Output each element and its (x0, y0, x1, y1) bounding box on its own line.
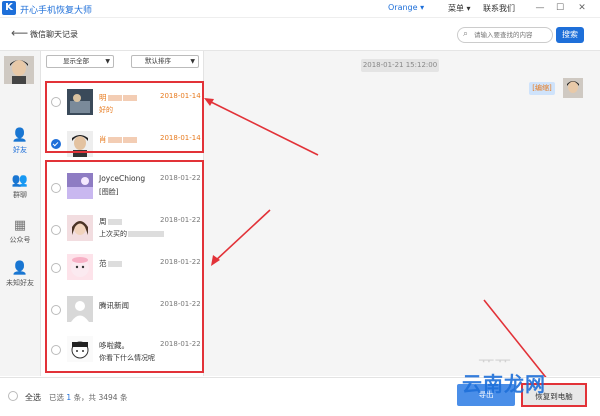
select-all-checkbox[interactable] (8, 391, 18, 401)
select-all-label[interactable]: 全选 (25, 392, 41, 403)
selection-count: 已选 1 条，共 3494 条 (49, 393, 128, 402)
watermark: 云南龙网 (462, 372, 546, 396)
